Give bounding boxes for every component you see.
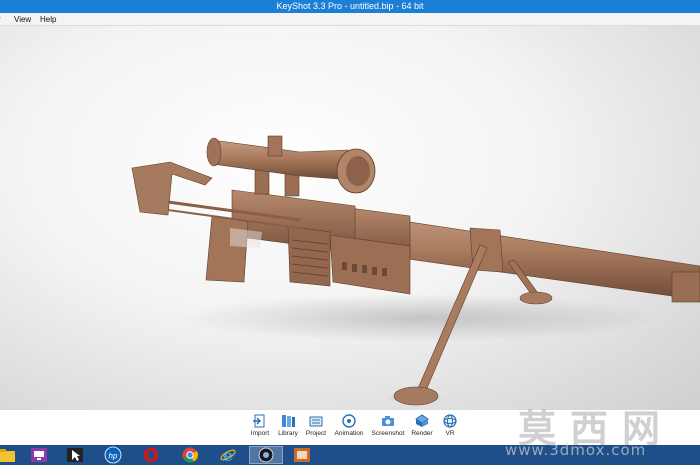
taskbar-keyshot[interactable]	[249, 446, 283, 464]
watermark-logo: 莫西网	[518, 407, 675, 451]
cursor-app-icon	[67, 448, 83, 462]
file-explorer-icon	[0, 449, 15, 462]
menu-bar: r View Help	[0, 13, 700, 26]
chrome-icon	[182, 447, 198, 463]
svg-text:hp: hp	[109, 452, 118, 461]
screenshot-icon	[382, 416, 394, 426]
render-viewport[interactable]	[0, 26, 700, 410]
menu-item-render[interactable]: r	[0, 13, 1, 26]
animation-icon	[342, 414, 356, 428]
project-label: Project	[305, 430, 327, 437]
image-viewer-icon	[294, 448, 310, 462]
taskbar-internet-explorer[interactable]: e	[211, 446, 245, 464]
taskbar-opera[interactable]	[134, 446, 168, 464]
hp-icon: hp	[104, 446, 122, 464]
keyshot-icon	[258, 447, 274, 463]
taskbar-chrome[interactable]	[173, 446, 207, 464]
menu-item-view[interactable]: View	[14, 13, 31, 26]
window-titlebar: KeyShot 3.3 Pro - untitled.bip - 64 bit	[0, 0, 700, 13]
watermark-url: www.3dmox.com	[505, 441, 647, 459]
vr-label: VR	[445, 430, 455, 437]
opera-icon	[144, 447, 158, 463]
taskbar-file-explorer[interactable]	[0, 446, 24, 464]
taskbar-hp[interactable]: hp	[96, 446, 130, 464]
animation-label: Animation	[334, 430, 364, 437]
taskbar-remote-app[interactable]	[22, 446, 56, 464]
taskbar-cursor-app[interactable]	[58, 446, 92, 464]
taskbar-image-viewer[interactable]	[285, 446, 319, 464]
vr-button[interactable]: VR	[428, 413, 472, 437]
animation-button[interactable]: Animation	[327, 413, 371, 437]
window-title: KeyShot 3.3 Pro - untitled.bip - 64 bit	[276, 1, 424, 11]
rifle-model[interactable]	[0, 26, 700, 410]
internet-explorer-icon: e	[220, 447, 236, 463]
project-icon	[309, 416, 323, 427]
remote-app-icon	[31, 448, 47, 462]
menu-item-help[interactable]: Help	[40, 13, 56, 26]
vr-icon	[443, 414, 457, 428]
svg-text:e: e	[223, 447, 233, 463]
